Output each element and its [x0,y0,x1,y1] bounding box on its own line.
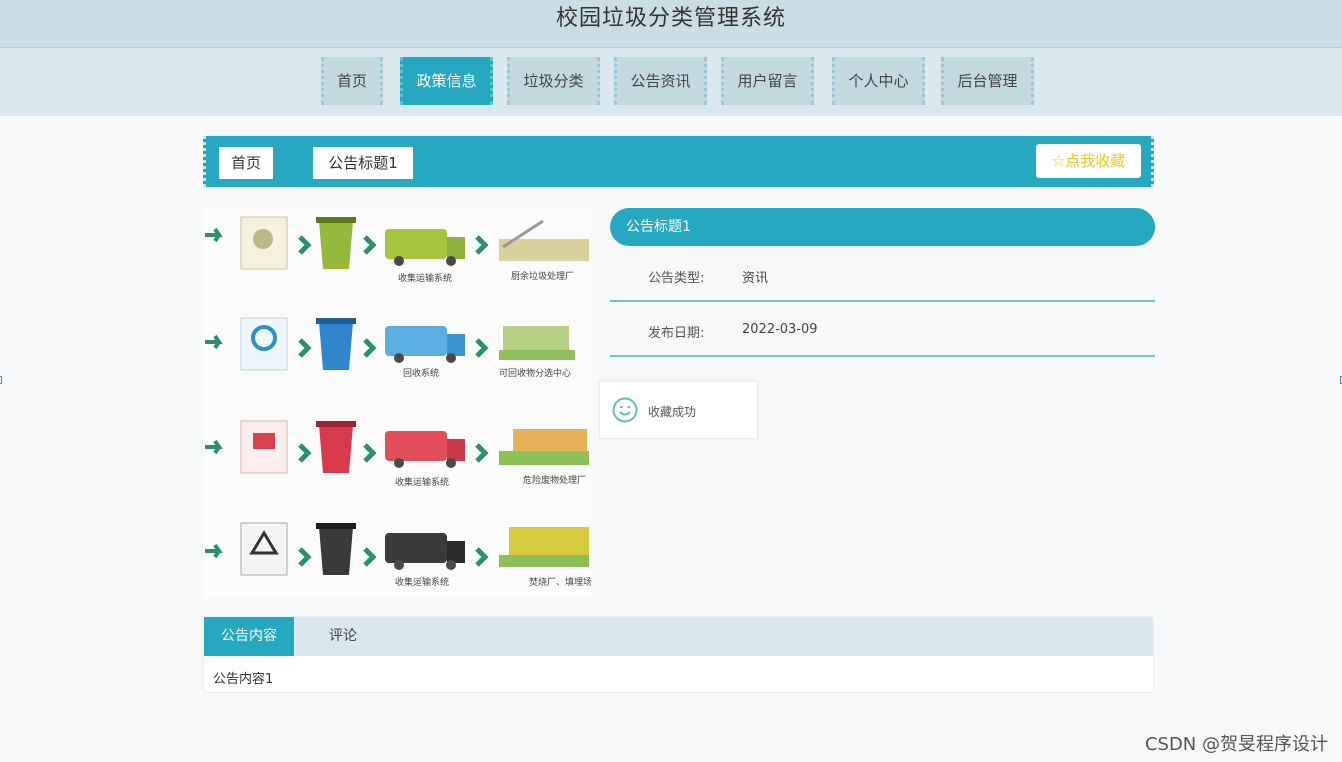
nav-messages[interactable]: 用户留言 [721,57,814,105]
watermark: CSDN @贺旻程序设计 [1144,734,1328,755]
smile-icon [612,397,638,423]
resize-handle-left[interactable] [0,376,2,384]
row-kitchen-waste: 收集运输系统 厨余垃圾处理厂 [205,216,589,284]
detail-type-row: 公告类型: 资讯 [610,248,1155,302]
detail-type-value: 资讯 [742,271,769,286]
title-bar: 校园垃圾分类管理系统 [0,0,1342,48]
nav-admin[interactable]: 后台管理 [941,57,1034,105]
breadcrumb-current[interactable]: 公告标题1 [313,147,413,179]
app-title: 校园垃圾分类管理系统 [555,6,786,31]
caption-hazard-plant: 危险废物处理厂 [523,474,586,486]
row-other-waste: 收集运输系统 焚烧厂、填埋场 [205,522,591,588]
breadcrumb: 首页 公告标题1 ☆点我收藏 [203,136,1154,187]
nav-profile[interactable]: 个人中心 [832,57,925,105]
caption-incinerator: 焚烧厂、填埋场 [529,576,591,588]
detail-title: 公告标题1 [610,208,1155,246]
nav-home[interactable]: 首页 [321,57,383,105]
nav-garbage-category[interactable]: 垃圾分类 [507,57,600,105]
content-tabs: 公告内容 评论 公告内容1 [203,616,1154,693]
breadcrumb-home[interactable]: 首页 [219,147,274,179]
main-nav: 首页 政策信息 垃圾分类 公告资讯 用户留言 个人中心 后台管理 [0,48,1342,116]
detail-type-label: 公告类型: [648,271,705,286]
announcement-content: 公告内容1 [213,672,274,687]
caption-collect-1: 收集运输系统 [398,272,452,284]
toast-message: 收藏成功 [599,381,758,439]
detail-date-value: 2022-03-09 [742,322,818,337]
tab-bar: 公告内容 评论 [204,617,1153,656]
row-recyclable: 回收系统 可回收物分选中心 [205,317,575,379]
toast-text: 收藏成功 [648,405,697,419]
caption-kitchen-plant: 厨余垃圾处理厂 [511,270,574,282]
row-hazardous: 收集运输系统 危险废物处理厂 [205,420,589,488]
caption-collect-2: 收集运输系统 [395,476,449,488]
nav-news[interactable]: 公告资讯 [614,57,707,105]
caption-recycle-system: 回收系统 [403,367,439,379]
caption-recycle-center: 可回收物分选中心 [499,367,571,379]
detail-date-label: 发布日期: [648,326,705,341]
detail-date-row: 发布日期: 2022-03-09 [610,303,1155,357]
nav-policy[interactable]: 政策信息 [400,57,493,105]
caption-collect-3: 收集运输系统 [395,576,449,588]
favorite-button[interactable]: ☆点我收藏 [1036,144,1141,178]
tab-announcement-content[interactable]: 公告内容 [204,617,294,656]
tab-comments[interactable]: 评论 [308,617,378,656]
garbage-classification-image: 收集运输系统 厨余垃圾处理厂 回收系统 可回收物分选中心 收集运输系统 危险废物… [203,207,591,597]
